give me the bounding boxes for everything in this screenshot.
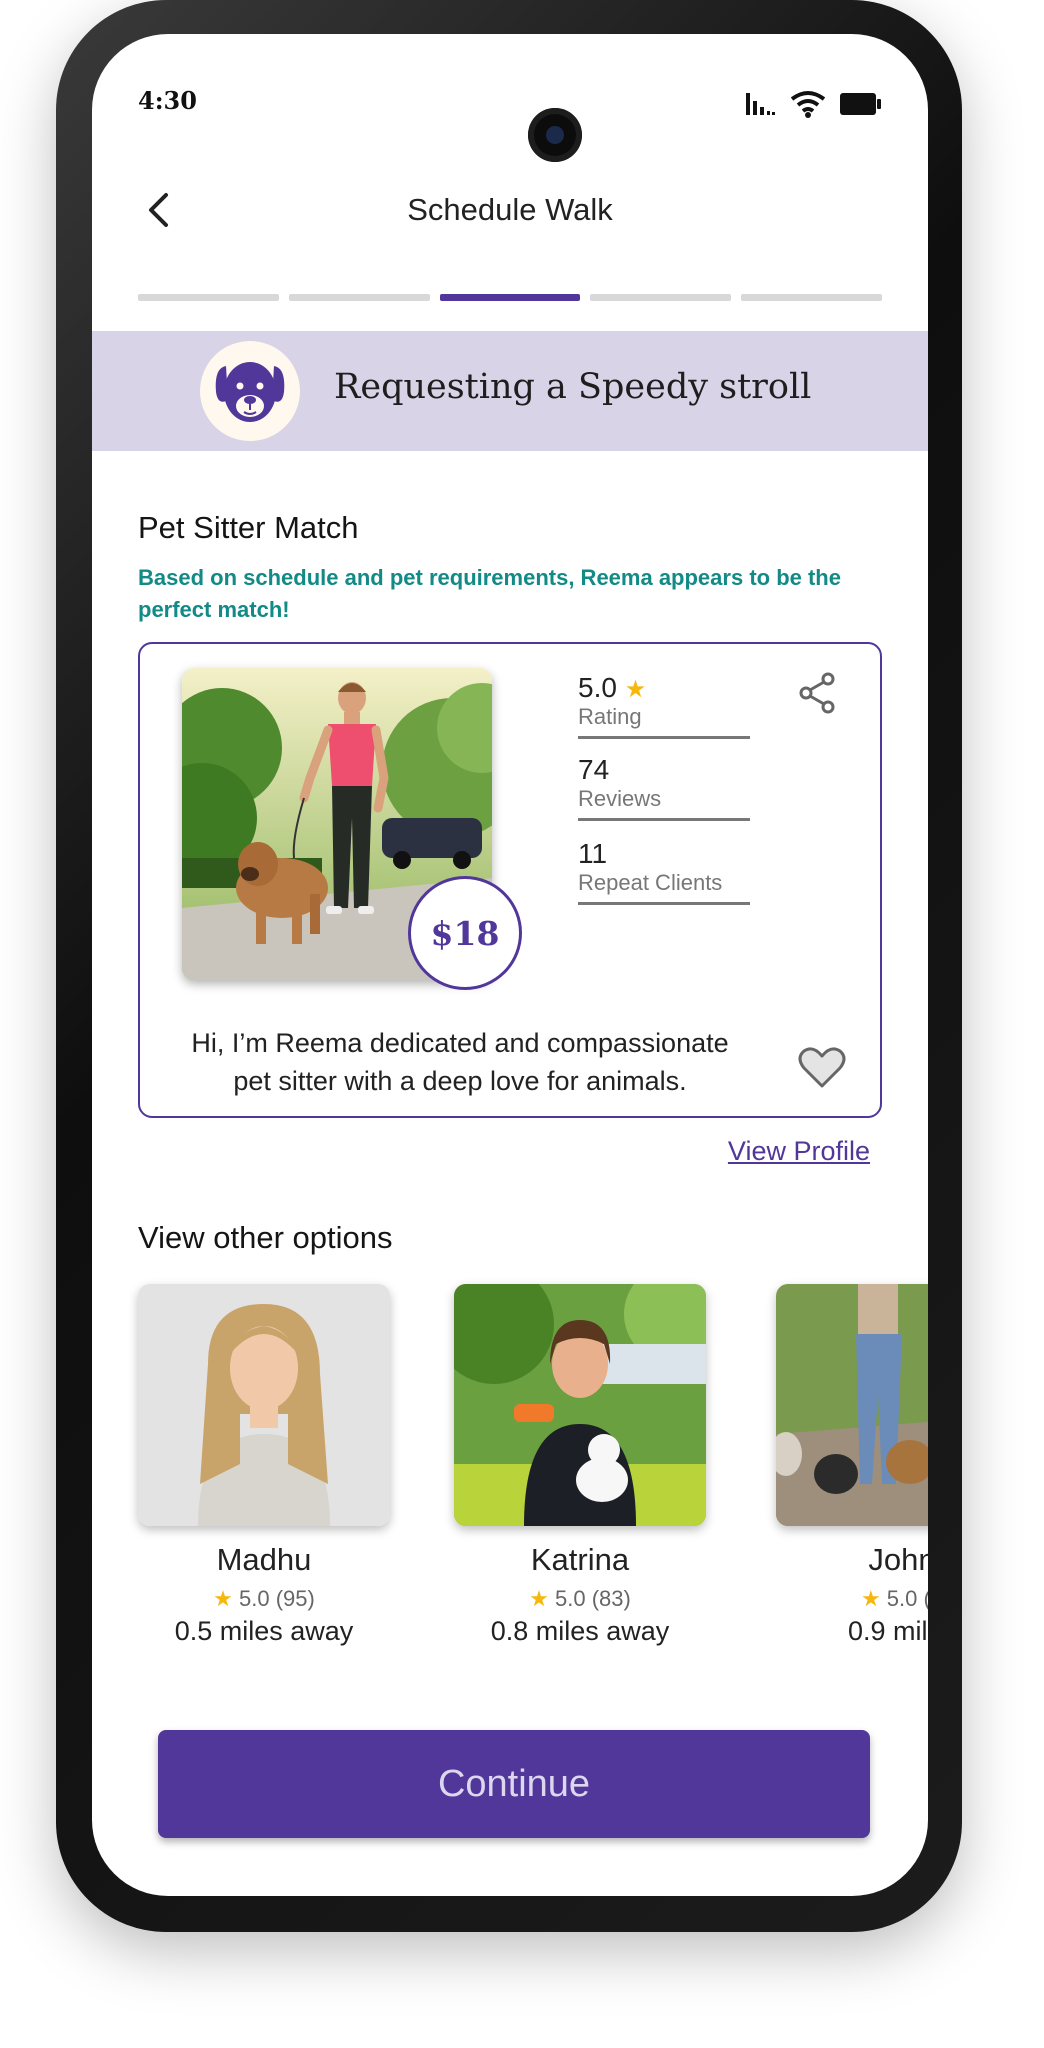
option-rating-value: 5.0 (83)	[555, 1586, 631, 1611]
option-rating: ★ 5.0 (83)	[454, 1586, 706, 1612]
sitter-bio: Hi, I’m Reema dedicated and compassionat…	[191, 1028, 729, 1096]
status-bar: 4:30	[138, 86, 882, 162]
option-distance: 0.9 miles	[847, 1616, 928, 1646]
repeat-clients-value: 11	[578, 838, 608, 869]
match-description: Based on schedule and pet requirements, …	[138, 565, 841, 622]
option-rating-value: 5.0 (95)	[239, 1586, 315, 1611]
option-photo	[776, 1284, 928, 1526]
view-profile-link[interactable]: View Profile	[728, 1136, 870, 1167]
front-camera	[528, 108, 582, 162]
other-options-carousel[interactable]: Madhu ★ 5.0 (95) 0.5 miles away Katrina …	[138, 1284, 928, 1714]
rating-value: 5.0	[578, 672, 617, 703]
option-name: Madhu	[216, 1542, 312, 1577]
reviews-value: 74	[578, 754, 610, 785]
option-rating: ★ 5.0 (95)	[138, 1586, 390, 1612]
star-icon: ★	[529, 1586, 549, 1611]
progress-step	[138, 294, 279, 301]
repeat-clients-label: Repeat Clients	[578, 870, 723, 895]
app-screen: 4:30 Schedule Walk Requesting a Speedy s…	[92, 34, 928, 1896]
banner-title: Requesting a Speedy stroll	[334, 367, 812, 407]
request-banner: Requesting a Speedy stroll	[92, 331, 928, 451]
progress-step-current	[439, 294, 581, 301]
status-time: 4:30	[138, 86, 197, 115]
star-icon: ★	[860, 1586, 881, 1611]
wifi-icon	[790, 91, 826, 118]
favorite-heart-icon[interactable]	[798, 1046, 846, 1095]
battery-icon	[840, 93, 881, 115]
repeat-clients-stat: 11 Repeat Clients	[578, 838, 750, 905]
rating-value-row: 5.0 ★	[578, 672, 750, 704]
option-card-john[interactable]: John ★ 5.0 (7 0.9 miles	[776, 1284, 928, 1647]
option-distance: 0.8 miles away	[490, 1616, 670, 1646]
app-header: Schedule Walk	[92, 184, 928, 244]
progress-step	[741, 294, 882, 301]
progress-step	[288, 294, 430, 301]
reviews-stat: 74 Reviews	[578, 754, 750, 821]
reviews-label: Reviews	[578, 786, 662, 811]
rating-label: Rating	[578, 704, 642, 729]
dog-icon	[200, 341, 300, 441]
option-photo	[454, 1284, 706, 1526]
step-progress	[138, 294, 882, 301]
option-photo	[138, 1284, 390, 1526]
continue-button[interactable]: Continue	[158, 1730, 870, 1838]
option-name: Katrina	[530, 1542, 630, 1577]
option-distance: 0.5 miles away	[174, 1616, 354, 1646]
match-section-title: Pet Sitter Match	[138, 510, 359, 545]
rating-stat: 5.0 ★ Rating	[578, 672, 750, 739]
star-icon: ★	[213, 1586, 233, 1611]
other-options-title: View other options	[138, 1220, 393, 1255]
signal-icon	[746, 93, 775, 115]
option-name: John	[868, 1542, 928, 1577]
status-icons	[746, 90, 882, 118]
share-icon[interactable]	[798, 672, 836, 719]
page-title: Schedule Walk	[407, 192, 613, 227]
option-card-katrina[interactable]: Katrina ★ 5.0 (83) 0.8 miles away	[454, 1284, 706, 1647]
sitter-match-card[interactable]: $18 5.0 ★ Rating 74 Reviews 11 Repeat Cl…	[138, 642, 882, 1118]
option-rating: ★ 5.0 (7	[776, 1586, 928, 1612]
option-rating-value: 5.0 (7	[886, 1586, 928, 1611]
price-badge: $18	[408, 876, 522, 990]
star-icon: ★	[624, 676, 647, 703]
option-card-madhu[interactable]: Madhu ★ 5.0 (95) 0.5 miles away	[138, 1284, 390, 1647]
progress-step	[590, 294, 732, 301]
